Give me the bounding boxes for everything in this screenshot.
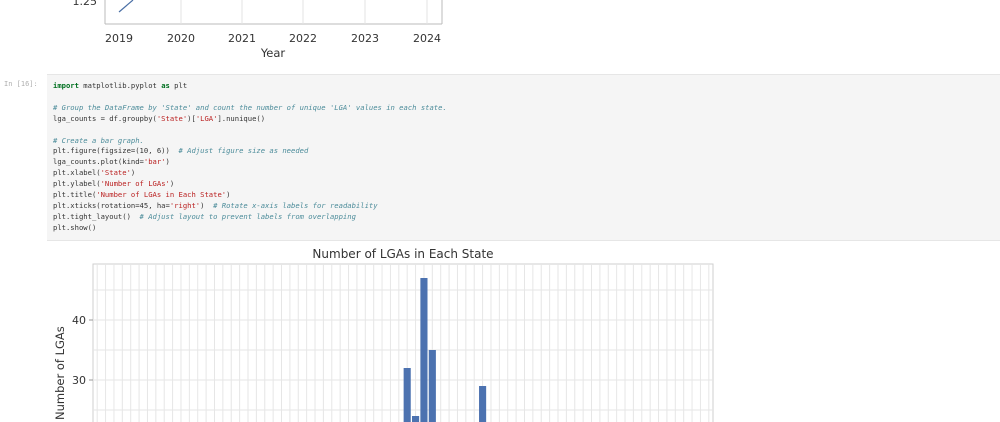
code-cell[interactable]: In [16]: import matplotlib.pyplot as plt…: [0, 72, 1000, 241]
code-line: plt.figure(figsize=(10, 6)) # Adjust fig…: [53, 146, 309, 156]
previous-chart-axes: [104, 0, 443, 25]
previous-chart-xtick-2021: 2021: [228, 32, 256, 45]
code-line: plt.title('Number of LGAs in Each State'…: [53, 190, 231, 200]
code-editor[interactable]: import matplotlib.pyplot as plt # Group t…: [47, 74, 1000, 241]
code-line: # Group the DataFrame by 'State' and cou…: [53, 102, 447, 112]
code-line: plt.xticks(rotation=45, ha='right') # Ro…: [53, 200, 378, 210]
bar-chart-output: Number of LGAs in Each State 30 40 Number…: [53, 247, 714, 422]
previous-chart-xtick-2024: 2024: [413, 32, 441, 45]
previous-chart-ytick: 1.25: [73, 0, 98, 8]
bar: [412, 416, 420, 422]
code-line: plt.show(): [53, 222, 97, 232]
previous-chart-xtick-2020: 2020: [167, 32, 195, 45]
previous-chart-xtick-2022: 2022: [289, 32, 317, 45]
chart-title: Number of LGAs in Each State: [312, 247, 493, 261]
code-line: plt.ylabel('Number of LGAs'): [53, 179, 175, 189]
cell-prompt: In [16]:: [4, 80, 38, 88]
previous-chart-series-line: [118, 0, 134, 13]
previous-chart-xtick-2019: 2019: [105, 32, 133, 45]
code-line: plt.tight_layout() # Adjust layout to pr…: [53, 211, 356, 221]
plot-area: [92, 263, 714, 422]
code-line: lga_counts.plot(kind='bar'): [53, 157, 170, 167]
code-line: import matplotlib.pyplot as plt: [53, 81, 188, 90]
previous-chart-xlabel: Year: [260, 46, 286, 60]
bar: [479, 386, 487, 422]
code-line: plt.xlabel('State'): [53, 168, 136, 178]
y-tick-30: 30: [72, 374, 86, 387]
code-line: lga_counts = df.groupby('State')['LGA'].…: [53, 113, 266, 123]
bar: [420, 278, 428, 422]
bar: [403, 368, 411, 422]
y-axis-label: Number of LGAs: [53, 326, 67, 420]
y-tick-40: 40: [72, 314, 86, 327]
previous-line-chart: 1.25 2019 2020 2021 2022 2023 2024 Year: [73, 0, 443, 60]
bar: [428, 350, 436, 422]
code-line: # Create a bar graph.: [53, 135, 144, 145]
previous-chart-xticks: 2019 2020 2021 2022 2023 2024: [105, 32, 441, 45]
previous-chart-xtick-2023: 2023: [351, 32, 379, 45]
y-tick-labels: 30 40: [72, 314, 93, 387]
code-text: import matplotlib.pyplot as plt # Group t…: [47, 75, 1000, 234]
